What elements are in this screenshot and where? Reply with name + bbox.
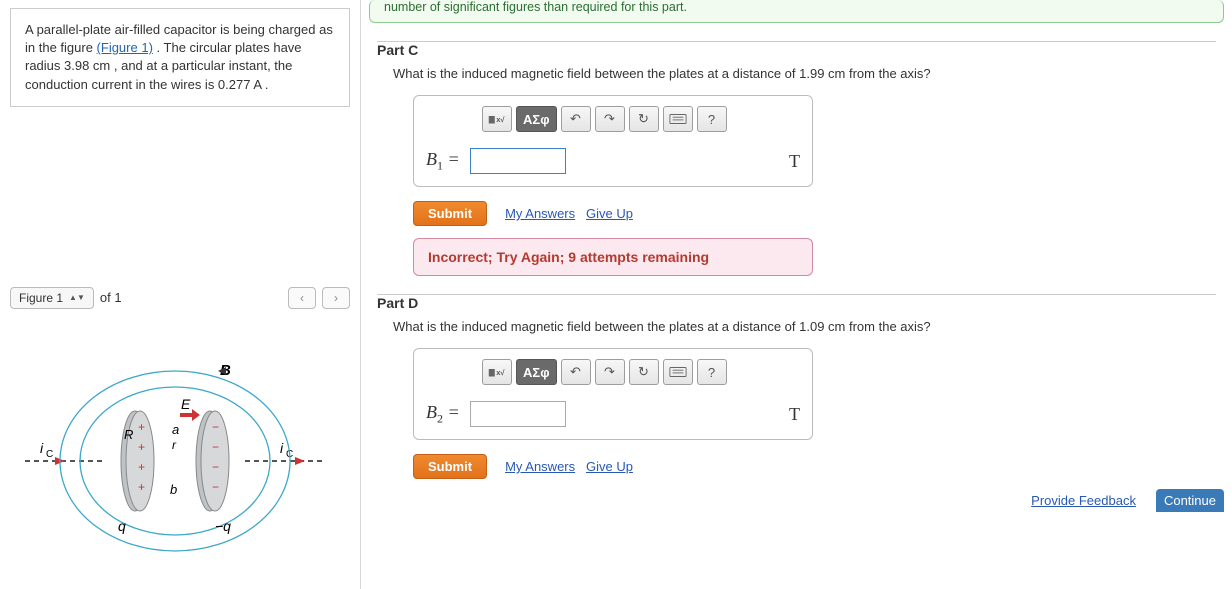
part-c-header: Part C <box>377 42 1216 58</box>
part-c-answer-box: x√ ΑΣφ ↶ ↷ ↻ ? B1 = T <box>413 95 813 187</box>
templates-button[interactable]: x√ <box>482 106 512 132</box>
sigfig-note: number of significant figures than requi… <box>369 0 1224 23</box>
svg-text:q: q <box>118 518 126 534</box>
svg-text:i: i <box>40 440 44 456</box>
help-button[interactable]: ? <box>697 359 727 385</box>
svg-text:−q: −q <box>215 518 231 534</box>
stepper-icon: ▲▼ <box>69 294 85 301</box>
figure-link[interactable]: (Figure 1) <box>97 40 153 55</box>
svg-text:a: a <box>172 422 179 437</box>
keyboard-button[interactable] <box>663 359 693 385</box>
redo-button[interactable]: ↷ <box>595 359 625 385</box>
greek-button[interactable]: ΑΣφ <box>516 359 557 385</box>
figure-of-label: of 1 <box>100 290 122 305</box>
svg-text:x√: x√ <box>496 115 505 124</box>
part-d-input[interactable] <box>470 401 566 427</box>
help-button[interactable]: ? <box>697 106 727 132</box>
part-d-submit-button[interactable]: Submit <box>413 454 487 479</box>
part-c-give-up-link[interactable]: Give Up <box>586 206 633 221</box>
reset-button[interactable]: ↻ <box>629 359 659 385</box>
svg-text:−: − <box>212 440 219 454</box>
svg-text:i: i <box>280 440 284 456</box>
part-d-unit: T <box>789 404 800 425</box>
reset-button[interactable]: ↻ <box>629 106 659 132</box>
svg-text:R: R <box>124 427 133 442</box>
svg-text:+: + <box>138 480 145 494</box>
part-c-feedback: Incorrect; Try Again; 9 attempts remaini… <box>413 238 813 276</box>
svg-text:r: r <box>172 438 177 452</box>
svg-text:C: C <box>46 449 53 460</box>
undo-button[interactable]: ↶ <box>561 359 591 385</box>
part-c-submit-button[interactable]: Submit <box>413 201 487 226</box>
greek-button[interactable]: ΑΣφ <box>516 106 557 132</box>
keyboard-button[interactable] <box>663 106 693 132</box>
templates-button[interactable]: x√ <box>482 359 512 385</box>
svg-text:+: + <box>138 460 145 474</box>
svg-text:x√: x√ <box>496 368 505 377</box>
figure-selector-label: Figure 1 <box>19 291 63 305</box>
svg-text:−: − <box>212 480 219 494</box>
part-c-question: What is the induced magnetic field betwe… <box>393 66 1216 81</box>
svg-text:b: b <box>170 482 177 497</box>
provide-feedback-link[interactable]: Provide Feedback <box>1031 493 1136 508</box>
svg-text:+: + <box>138 420 145 434</box>
problem-statement: A parallel-plate air-filled capacitor is… <box>10 8 350 107</box>
figure-selector[interactable]: Figure 1 ▲▼ <box>10 287 94 309</box>
part-c-unit: T <box>789 151 800 172</box>
svg-text:−: − <box>212 460 219 474</box>
part-d-header: Part D <box>377 295 1216 311</box>
figure-image: iC iC + + + + − − − − <box>10 321 340 581</box>
continue-button[interactable]: Continue <box>1156 489 1224 512</box>
figure-next-button[interactable]: › <box>322 287 350 309</box>
svg-text:+: + <box>138 440 145 454</box>
part-d-give-up-link[interactable]: Give Up <box>586 459 633 474</box>
part-d-variable: B2 = <box>426 402 460 427</box>
part-c-variable: B1 = <box>426 149 460 174</box>
undo-button[interactable]: ↶ <box>561 106 591 132</box>
part-d-answer-box: x√ ΑΣφ ↶ ↷ ↻ ? B2 = T <box>413 348 813 440</box>
svg-text:E: E <box>181 396 191 412</box>
part-c-input[interactable] <box>470 148 566 174</box>
svg-text:−: − <box>212 420 219 434</box>
part-c-my-answers-link[interactable]: My Answers <box>505 206 575 221</box>
part-d-question: What is the induced magnetic field betwe… <box>393 319 1216 334</box>
part-d-my-answers-link[interactable]: My Answers <box>505 459 575 474</box>
redo-button[interactable]: ↷ <box>595 106 625 132</box>
figure-prev-button[interactable]: ‹ <box>288 287 316 309</box>
